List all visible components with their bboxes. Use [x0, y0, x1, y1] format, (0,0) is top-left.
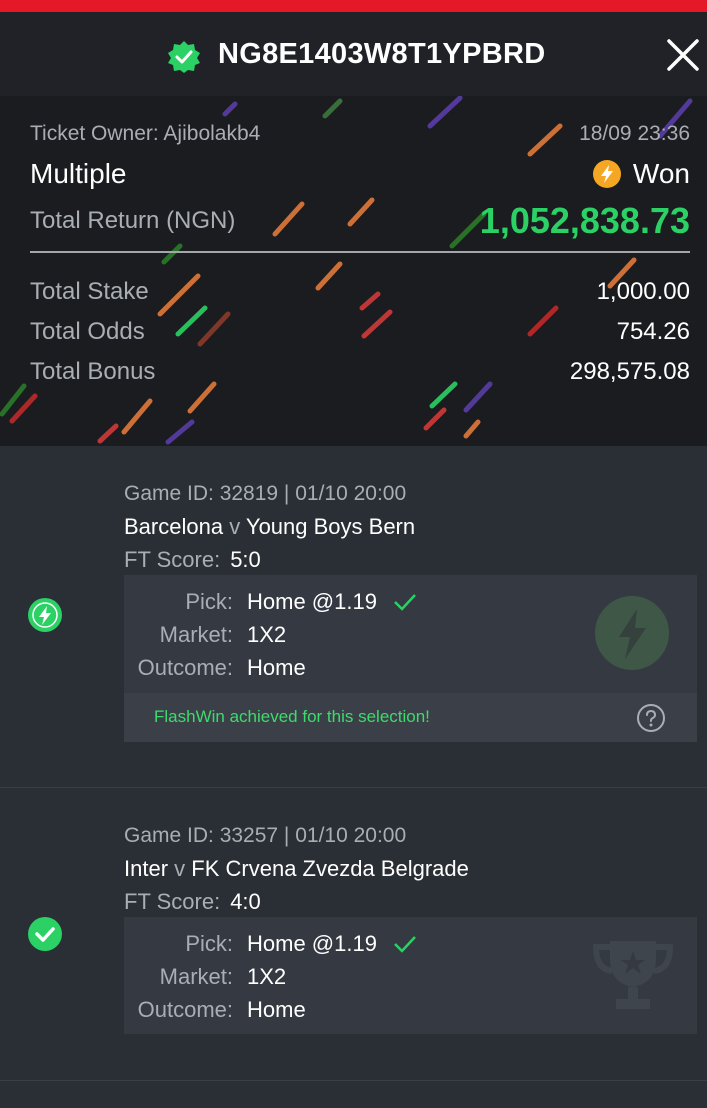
market-value: 1X2 [247, 622, 287, 647]
flashwin-message: FlashWin achieved for this selection! [154, 707, 430, 726]
outcome-label: Outcome: [137, 655, 233, 680]
status-badge: Won [592, 158, 690, 190]
outcome-label: Outcome: [137, 997, 233, 1022]
pick-details: Pick: Home @1.19 Market: 1X2 Outcome: Ho… [124, 575, 697, 742]
stat-value: 298,575.08 [569, 358, 690, 385]
lightning-icon [28, 598, 62, 632]
away-team: Young Boys Bern [245, 514, 416, 539]
check-icon [394, 594, 416, 611]
stat-value: 1,000.00 [596, 278, 690, 305]
market-label: Market: [159, 622, 233, 647]
total-odds-row: Total Odds 754.26 [30, 318, 690, 346]
pick-value: Home @1.19 [247, 589, 377, 614]
total-stake-row: Total Stake 1,000.00 [30, 278, 690, 306]
home-team: Barcelona [124, 514, 224, 539]
pick-label: Pick: [185, 589, 233, 614]
total-bonus-row: Total Bonus 298,575.08 [30, 358, 690, 386]
stat-label: Total Stake [30, 278, 149, 305]
game-meta: Game ID: 32819 | 01/10 20:00 [124, 482, 407, 505]
ticket-id: NG8E1403W8T1YPBRD [218, 38, 546, 70]
close-icon[interactable] [664, 36, 702, 74]
verified-icon [168, 41, 200, 73]
selection-item: Game ID: 32819 | 01/10 20:00 Barcelona v… [0, 446, 707, 788]
bet-type-row: Multiple Won [30, 158, 690, 190]
outcome-value: Home [247, 655, 306, 680]
match-teams: Inter v FK Crvena Zvezda Belgrade [124, 856, 469, 882]
score-value: 4:0 [230, 889, 261, 914]
owner-row: Ticket Owner: Ajibolakb4 18/09 23:36 [30, 122, 690, 146]
check-icon [394, 936, 416, 953]
away-team: FK Crvena Zvezda Belgrade [191, 856, 469, 881]
total-return-value: 1,052,838.73 [479, 200, 690, 241]
ft-score: FT Score: 4:0 [124, 889, 261, 915]
score-label: FT Score: [124, 547, 221, 572]
ticket-datetime: 18/09 23:36 [579, 122, 690, 145]
selection-item: Game ID: 33257 | 01/10 20:00 Inter v FK … [0, 788, 707, 1081]
ticket-header: NG8E1403W8T1YPBRD [0, 12, 707, 96]
score-value: 5:0 [230, 547, 261, 572]
score-label: FT Score: [124, 889, 221, 914]
pick-details: Pick: Home @1.19 Market: 1X2 Outcome: Ho… [124, 917, 697, 1034]
ft-score: FT Score: 5:0 [124, 547, 261, 573]
market-value: 1X2 [247, 964, 287, 989]
help-icon[interactable] [636, 703, 666, 733]
confetti-background [0, 96, 693, 445]
ticket-owner: Ticket Owner: Ajibolakb4 [30, 122, 261, 145]
total-return-row: Total Return (NGN) 1,052,838.73 [30, 200, 690, 242]
summary-divider [30, 251, 690, 253]
versus: v [174, 856, 186, 881]
market-label: Market: [159, 964, 233, 989]
lightning-icon [595, 596, 669, 670]
ticket-summary: Ticket Owner: Ajibolakb4 18/09 23:36 Mul… [0, 96, 707, 446]
stat-label: Total Bonus [30, 358, 156, 385]
check-circle-icon [28, 917, 62, 951]
trophy-icon [592, 941, 674, 1009]
flashwin-banner: FlashWin achieved for this selection! [124, 693, 697, 742]
lightning-icon [592, 160, 621, 188]
pick-value: Home @1.19 [247, 931, 377, 956]
match-teams: Barcelona v Young Boys Bern [124, 514, 415, 540]
status-text: Won [632, 158, 690, 189]
outcome-value: Home [247, 997, 306, 1022]
home-team: Inter [124, 856, 169, 881]
total-return-label: Total Return (NGN) [30, 207, 236, 234]
stat-value: 754.26 [616, 318, 690, 345]
bet-type: Multiple [30, 158, 127, 189]
stat-label: Total Odds [30, 318, 145, 345]
versus: v [229, 514, 241, 539]
pick-label: Pick: [185, 931, 233, 956]
game-meta: Game ID: 33257 | 01/10 20:00 [124, 824, 407, 847]
top-accent-bar [0, 0, 707, 12]
